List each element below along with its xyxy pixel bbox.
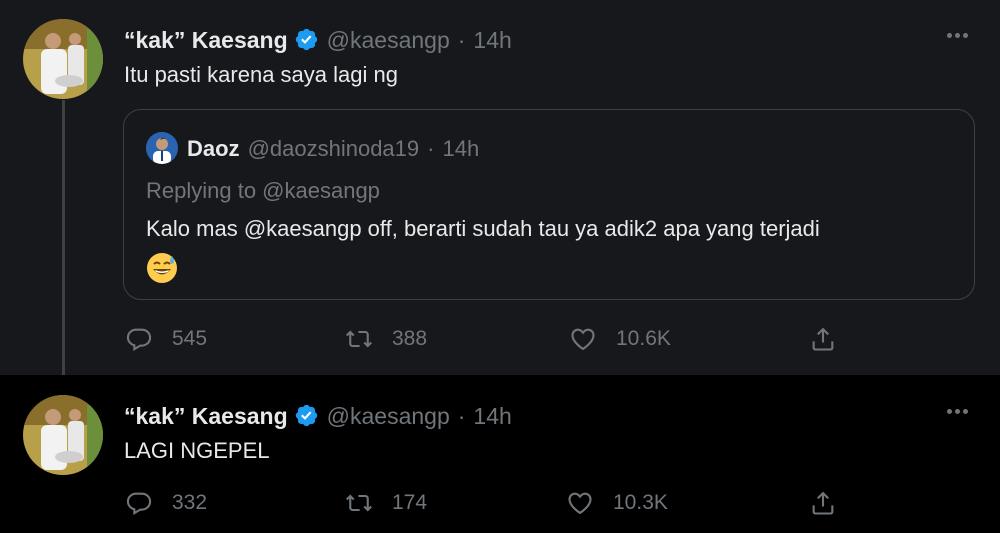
reply-count: 332 (172, 491, 208, 514)
like-count: 10.3K (613, 491, 668, 514)
quoted-tweet[interactable]: Daoz @daozshinoda19 · 14h Replying to @k… (123, 109, 975, 300)
more-options-icon[interactable] (942, 25, 972, 45)
author-name[interactable]: “kak” Kaesang (124, 403, 288, 430)
retweet-button[interactable]: 174 (344, 485, 427, 521)
separator: · (427, 136, 435, 161)
reply-button[interactable]: 332 (124, 485, 207, 521)
timestamp[interactable]: 14h (473, 403, 511, 430)
like-icon (565, 488, 595, 518)
like-button[interactable]: 10.3K (565, 485, 668, 521)
tweet-text: LAGI NGEPEL (124, 438, 270, 463)
retweet-count: 174 (392, 491, 428, 514)
share-icon (808, 488, 838, 518)
reply-button[interactable]: 545 (124, 321, 207, 357)
tweet-actions: 545 388 10.6K (124, 321, 844, 357)
tweet-2[interactable]: “kak” Kaesang @kaesangp · 14h LAGI NGEPE… (0, 375, 1000, 533)
retweet-icon (344, 324, 374, 354)
like-count: 10.6K (616, 327, 671, 350)
reply-icon (124, 324, 154, 354)
thread-connector (62, 100, 65, 388)
quote-author-handle[interactable]: @daozshinoda19 (248, 136, 420, 162)
share-button[interactable] (808, 485, 856, 521)
avatar[interactable] (146, 132, 178, 164)
tweet-1[interactable]: “kak” Kaesang @kaesangp · 14h Itu pasti … (0, 0, 1000, 375)
share-button[interactable] (808, 321, 856, 357)
author-handle[interactable]: @kaesangp (327, 27, 450, 54)
avatar[interactable] (23, 395, 103, 475)
tweet-header: “kak” Kaesang @kaesangp · 14h (124, 23, 512, 54)
timestamp[interactable]: 14h (473, 27, 511, 54)
tweet-actions: 332 174 10.3K (124, 485, 844, 521)
quote-author-name[interactable]: Daoz (187, 136, 240, 162)
quote-text: Kalo mas @kaesangp off, berarti sudah ta… (146, 216, 820, 241)
verified-badge-icon (294, 27, 319, 52)
grinning-sweat-emoji (146, 252, 178, 284)
reply-icon (124, 488, 154, 518)
verified-badge-icon (294, 403, 319, 428)
like-button[interactable]: 10.6K (568, 321, 671, 357)
retweet-button[interactable]: 388 (344, 321, 427, 357)
separator: · (457, 27, 466, 53)
author-name[interactable]: “kak” Kaesang (124, 27, 288, 54)
reply-count: 545 (172, 327, 208, 350)
author-handle[interactable]: @kaesangp (327, 403, 450, 430)
tweet-header: “kak” Kaesang @kaesangp · 14h (124, 399, 512, 430)
replying-to: Replying to @kaesangp (146, 178, 380, 203)
avatar[interactable] (23, 19, 103, 99)
quote-header: Daoz @daozshinoda19 · 14h (187, 136, 479, 162)
more-options-icon[interactable] (942, 401, 972, 421)
tweet-text: Itu pasti karena saya lagi ng (124, 62, 398, 87)
like-icon (568, 324, 598, 354)
quote-timestamp[interactable]: 14h (442, 136, 479, 162)
share-icon (808, 324, 838, 354)
retweet-count: 388 (392, 327, 428, 350)
separator: · (457, 403, 466, 429)
retweet-icon (344, 488, 374, 518)
